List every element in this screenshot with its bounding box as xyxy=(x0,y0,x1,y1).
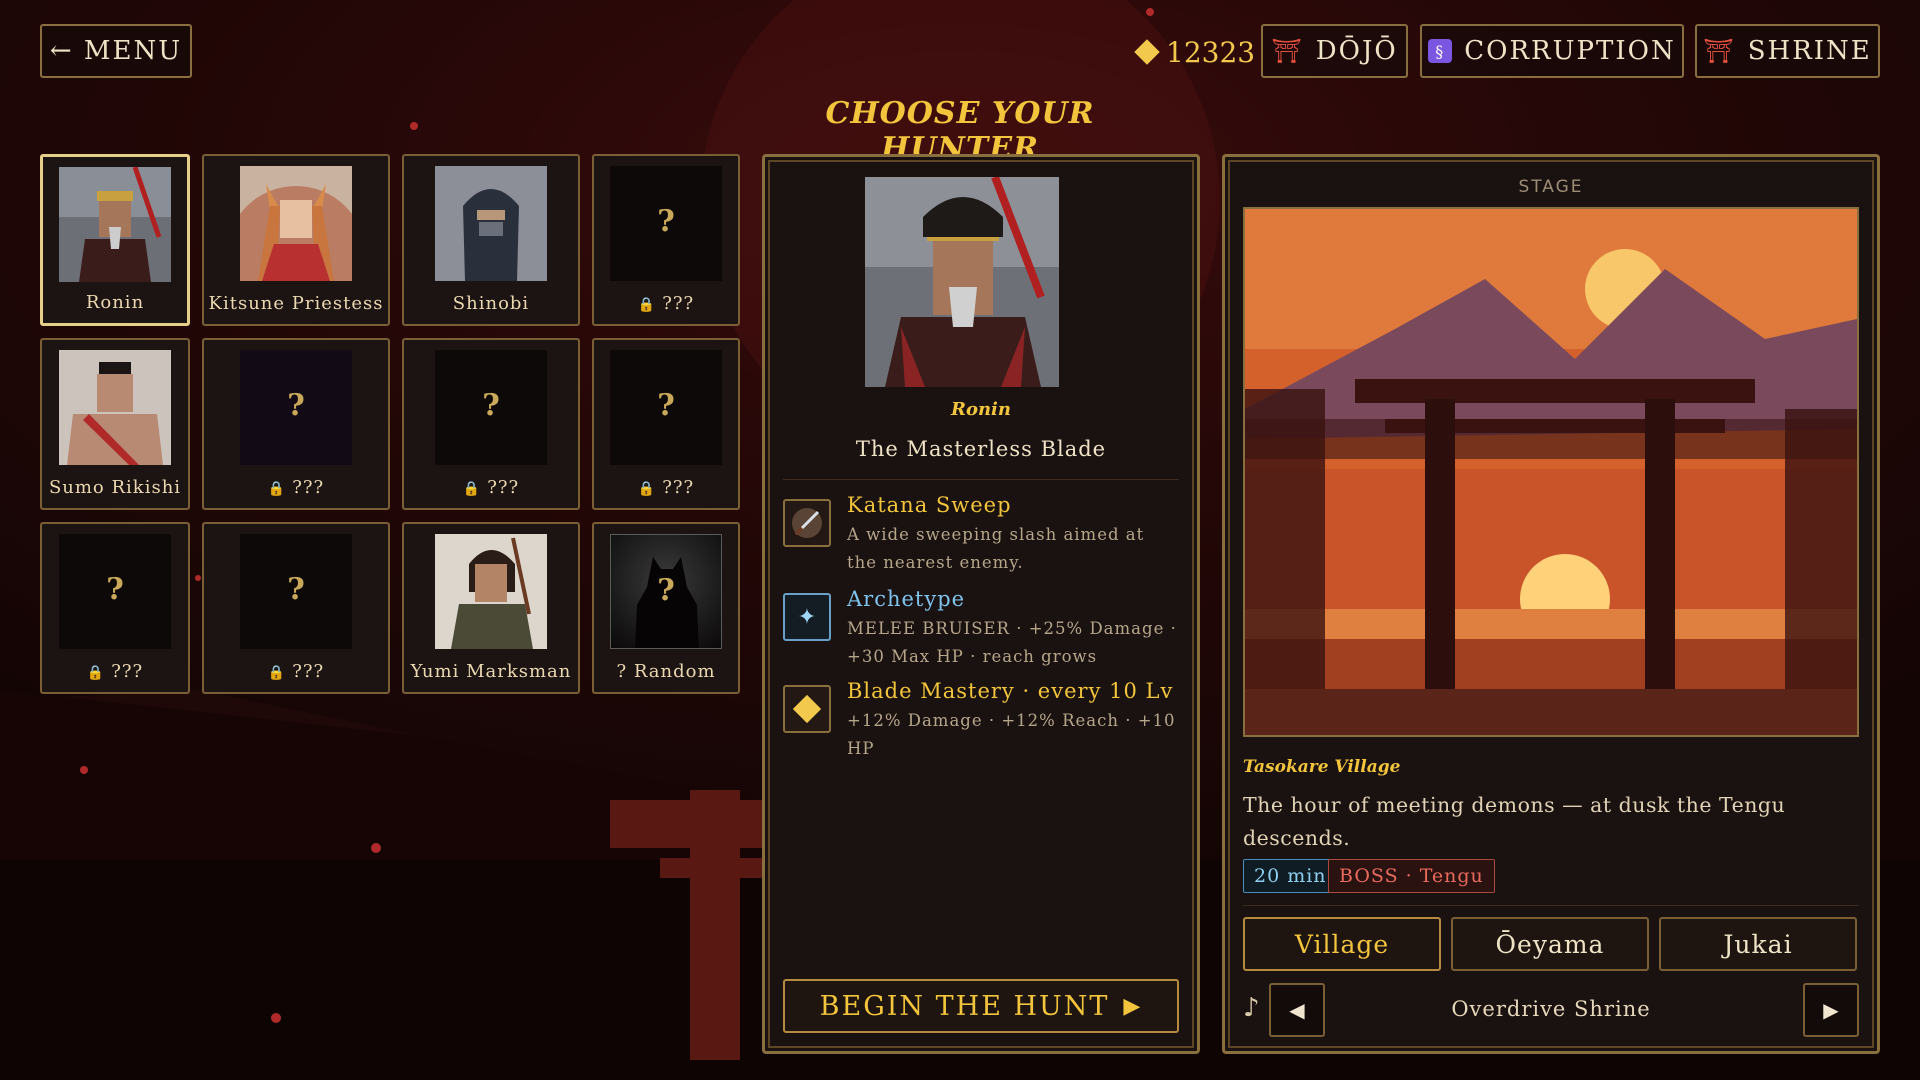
coin-icon xyxy=(1134,39,1160,65)
shrine-button[interactable]: ⛩ SHRINE xyxy=(1695,24,1880,78)
ronin-portrait xyxy=(59,167,171,282)
sumo-portrait xyxy=(59,350,171,465)
lock-icon: 🔒 xyxy=(267,481,287,497)
chevron-right-icon: ▶ xyxy=(1823,998,1839,1022)
yumi-portrait xyxy=(435,534,547,649)
hero-subtitle: The Masterless Blade xyxy=(855,437,1107,461)
hunter-card-locked[interactable]: ? 🔒??? xyxy=(592,154,740,326)
ability-desc: A wide sweeping slash aimed at the neare… xyxy=(847,525,1145,572)
divider xyxy=(783,479,1179,480)
music-note-icon: ♪ xyxy=(1243,993,1260,1023)
hunter-name: Ronin xyxy=(85,292,145,313)
hunter-card-ronin[interactable]: Ronin xyxy=(40,154,190,326)
coin-counter: 12323 xyxy=(1134,30,1256,74)
music-next-button[interactable]: ▶ xyxy=(1803,983,1859,1037)
stage-description: The hour of meeting demons — at dusk the… xyxy=(1243,793,1786,850)
ability-title: Blade Mastery · every 10 Lv xyxy=(847,679,1174,703)
hunter-name: Shinobi xyxy=(452,293,530,314)
hunter-name: 🔒??? xyxy=(462,477,520,498)
ability-title: Katana Sweep xyxy=(847,493,1012,517)
hunter-name: 🔒??? xyxy=(86,661,144,682)
torii-icon: ⛩ xyxy=(1703,37,1736,65)
hunter-card-sumo[interactable]: Sumo Rikishi xyxy=(40,338,190,510)
ability-desc: +12% Damage · +12% Reach · +10 HP xyxy=(847,711,1176,758)
locked-silhouette: ? xyxy=(435,350,547,465)
coin-amount: 12323 xyxy=(1166,35,1256,69)
hunter-card-shinobi[interactable]: Shinobi xyxy=(402,154,580,326)
dojo-button[interactable]: ⛩ DŌJŌ xyxy=(1261,24,1408,78)
corruption-button[interactable]: § CORRUPTION xyxy=(1420,24,1684,78)
menu-button[interactable]: ← MENU xyxy=(40,24,192,78)
stage-tab-oeyama[interactable]: Ōeyama xyxy=(1451,917,1649,971)
hunter-card-locked[interactable]: ? 🔒??? xyxy=(202,522,390,694)
hunter-card-yumi[interactable]: Yumi Marksman xyxy=(402,522,580,694)
hunter-detail-panel: Ronin The Masterless Blade Katana Sweep … xyxy=(762,154,1200,1054)
lock-icon: 🔒 xyxy=(86,665,106,681)
katana-icon xyxy=(783,499,831,547)
hero-name: Ronin xyxy=(951,399,1011,420)
diamond-icon xyxy=(783,685,831,733)
torii-icon: ⛩ xyxy=(1271,37,1304,65)
divider xyxy=(1243,905,1859,906)
stage-label: STAGE xyxy=(1518,177,1584,197)
lock-icon: 🔒 xyxy=(462,481,482,497)
locked-silhouette: ? xyxy=(610,350,722,465)
ability-desc: MELEE BRUISER · +25% Damage · +30 Max HP… xyxy=(847,619,1177,666)
ability-title: Archetype xyxy=(847,587,966,611)
hunter-card-locked[interactable]: ? 🔒??? xyxy=(40,522,190,694)
shinobi-portrait xyxy=(435,166,547,281)
random-hunter-card[interactable]: ? ? Random xyxy=(592,522,740,694)
play-icon: ▶ xyxy=(1123,993,1143,1019)
lock-icon: 🔒 xyxy=(267,665,287,681)
ability-archetype: ✦ Archetype MELEE BRUISER · +25% Damage … xyxy=(783,587,1183,667)
locked-silhouette: ? xyxy=(240,534,352,649)
random-silhouette: ? xyxy=(610,534,722,649)
corruption-icon: § xyxy=(1428,39,1453,63)
hunter-card-kitsune[interactable]: Kitsune Priestess xyxy=(202,154,390,326)
stage-panel: STAGE Tasokare Village The hour of meeti… xyxy=(1222,154,1880,1054)
hunter-name: Kitsune Priestess xyxy=(208,293,384,314)
ability-blade-mastery: Blade Mastery · every 10 Lv +12% Damage … xyxy=(783,679,1183,759)
music-prev-button[interactable]: ◀ xyxy=(1269,983,1325,1037)
hunter-name: ? Random xyxy=(616,661,716,682)
hunter-name: Yumi Marksman xyxy=(410,661,572,682)
hunter-card-locked[interactable]: ? 🔒??? xyxy=(402,338,580,510)
hunter-name: 🔒??? xyxy=(637,477,695,498)
hunter-card-locked[interactable]: ? 🔒??? xyxy=(592,338,740,510)
begin-hunt-button[interactable]: BEGIN THE HUNT ▶ xyxy=(783,979,1179,1033)
kitsune-portrait xyxy=(240,166,352,281)
boss-badge: BOSS · Tengu xyxy=(1328,859,1495,893)
chevron-left-icon: ◀ xyxy=(1289,998,1305,1022)
star-icon: ✦ xyxy=(783,593,831,641)
lock-icon: 🔒 xyxy=(637,481,657,497)
lock-icon: 🔒 xyxy=(637,297,657,313)
stage-tab-village[interactable]: Village xyxy=(1243,917,1441,971)
hunter-name: 🔒??? xyxy=(637,293,695,314)
locked-silhouette: ? xyxy=(610,166,722,281)
music-track-name: Overdrive Shrine xyxy=(1451,997,1651,1021)
hunter-grid: Ronin Kitsune Priestess Shinobi ? 🔒??? S… xyxy=(40,154,740,694)
locked-silhouette: ? xyxy=(240,350,352,465)
hunter-name: 🔒??? xyxy=(267,477,325,498)
hunter-card-locked[interactable]: ? 🔒??? xyxy=(202,338,390,510)
stage-name: Tasokare Village xyxy=(1243,757,1401,777)
locked-silhouette: ? xyxy=(59,534,171,649)
hunter-name: Sumo Rikishi xyxy=(48,477,182,498)
stage-tab-jukai[interactable]: Jukai xyxy=(1659,917,1857,971)
duration-badge: 20 min xyxy=(1243,859,1338,893)
hunter-name: 🔒??? xyxy=(267,661,325,682)
ability-katana-sweep: Katana Sweep A wide sweeping slash aimed… xyxy=(783,493,1183,573)
stage-preview-image xyxy=(1243,207,1859,737)
hero-portrait xyxy=(865,177,1059,387)
